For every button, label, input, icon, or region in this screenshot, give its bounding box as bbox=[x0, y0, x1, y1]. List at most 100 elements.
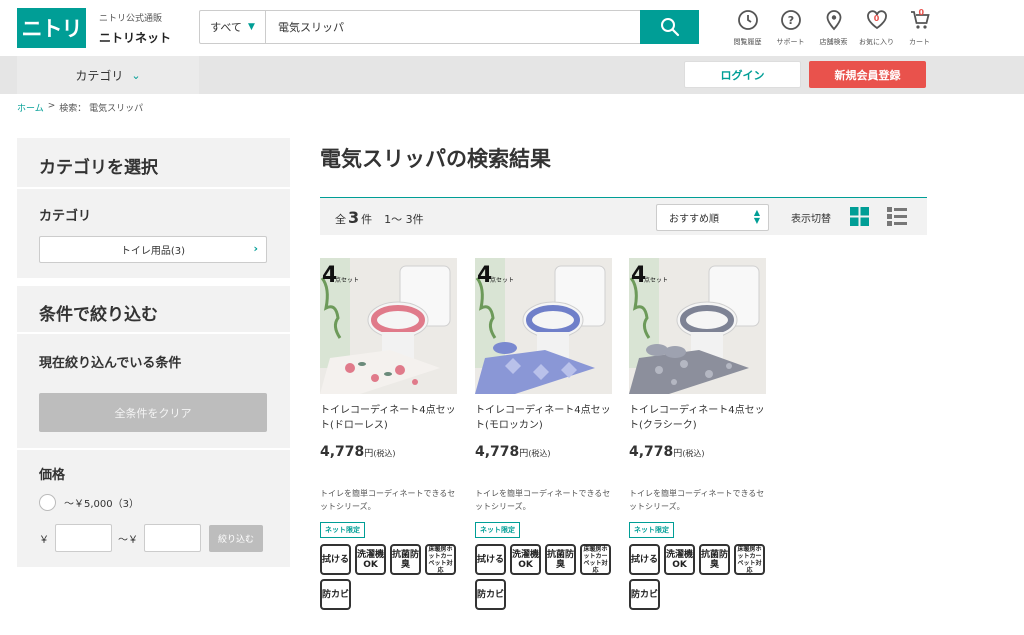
breadcrumb-separator: > bbox=[47, 101, 56, 111]
store-search-label: 店舗検索 bbox=[819, 38, 848, 46]
total-count: 3 bbox=[348, 208, 360, 227]
price-yen: 円 bbox=[673, 449, 683, 459]
product-name[interactable]: トイレコーディネート4点セット(ドローレス) bbox=[320, 403, 457, 433]
divider bbox=[17, 332, 290, 334]
site-header: ニトリ ニトリ公式通販 ニトリネット すべて ▼ 閲覧履歴 ? サポート 店舗検… bbox=[0, 0, 1024, 56]
antibacterial-badge: 抗菌防臭 bbox=[699, 544, 730, 575]
feature-badges: 拭ける 洗濯機OK 抗菌防臭 床暖房ホットカーペット対応 防カビ bbox=[475, 544, 615, 610]
help-icon: ? bbox=[780, 10, 801, 30]
product-image[interactable]: 4 点セット bbox=[629, 258, 766, 394]
price-tax: (税込) bbox=[373, 449, 396, 458]
breadcrumb-home[interactable]: ホーム bbox=[17, 101, 44, 114]
search-category-select[interactable]: すべて ▼ bbox=[200, 11, 266, 43]
category-panel-title: カテゴリを選択 bbox=[39, 158, 158, 178]
product-card[interactable]: 4 点セット トイレコーディネート4点セット(ドローレス) 4,778 円 (税… bbox=[320, 258, 457, 610]
product-card[interactable]: 4 点セット トイレコーディネート4点セット(クラシーク) 4,778 円 (税… bbox=[629, 258, 766, 610]
product-price: 4,778 円 (税込) bbox=[629, 444, 766, 460]
product-description: トイレを簡単コーディネートできるセットシリーズ。 bbox=[629, 489, 765, 511]
washable-badge: 洗濯機OK bbox=[355, 544, 386, 575]
divider bbox=[17, 187, 290, 189]
product-name[interactable]: トイレコーディネート4点セット(モロッカン) bbox=[475, 403, 612, 433]
product-image[interactable]: 4 点セット bbox=[475, 258, 612, 394]
results-toolbar: 全 3 件 1～ 3件 おすすめ順 ▲ ▼ 表示切替 bbox=[320, 197, 927, 235]
set-count-number: 4 bbox=[322, 263, 337, 288]
breadcrumb-current: 検索： 電気スリッパ bbox=[59, 104, 144, 114]
wipeable-badge: 拭ける bbox=[475, 544, 506, 575]
price-value: 4,778 bbox=[629, 444, 674, 460]
product-card[interactable]: 4 点セット トイレコーディネート4点セット(モロッカン) 4,778 円 (税… bbox=[475, 258, 612, 610]
price-range-row: ￥ ～￥ 絞り込む bbox=[39, 524, 263, 552]
grid-view-button[interactable] bbox=[850, 207, 869, 229]
brand-main: ニトリネット bbox=[99, 31, 172, 45]
price-tax: (税込) bbox=[528, 449, 551, 458]
store-search-link[interactable]: 店舗検索 bbox=[812, 8, 855, 47]
filter-panel-title: 条件で絞り込む bbox=[39, 305, 158, 325]
search-input[interactable] bbox=[266, 11, 640, 43]
price-panel: 価格 ～￥5,000（3） ￥ ～￥ 絞り込む bbox=[17, 450, 290, 567]
cart-count: 0 bbox=[918, 8, 925, 17]
breadcrumb: ホーム > 検索： 電気スリッパ bbox=[17, 101, 143, 114]
category-menu-button[interactable]: カテゴリ ⌄ bbox=[17, 56, 199, 94]
set-count-number: 4 bbox=[631, 263, 646, 288]
clear-all-button[interactable]: 全条件をクリア bbox=[39, 393, 267, 432]
set-count-text: 点セット bbox=[335, 276, 359, 284]
price-value: 4,778 bbox=[475, 444, 520, 460]
svg-text:?: ? bbox=[787, 14, 793, 27]
price-yen: 円 bbox=[364, 449, 374, 459]
list-icon bbox=[887, 207, 907, 226]
product-description: トイレを簡単コーディネートできるセットシリーズ。 bbox=[320, 489, 456, 511]
floor-heating-badge: 床暖房ホットカーペット対応 bbox=[580, 544, 611, 575]
support-link[interactable]: ? サポート bbox=[769, 8, 812, 47]
product-description: トイレを簡単コーディネートできるセットシリーズ。 bbox=[475, 489, 611, 511]
chevron-right-icon: › bbox=[253, 242, 258, 255]
result-range: 1～ 3件 bbox=[384, 213, 424, 226]
price-option-label: ～￥5,000（3） bbox=[64, 499, 139, 510]
net-only-badge: ネット限定 bbox=[320, 522, 365, 538]
category-menu-label: カテゴリ bbox=[75, 68, 124, 83]
brand-text[interactable]: ニトリ公式通販 ニトリネット bbox=[99, 11, 171, 46]
price-tax: (税込) bbox=[682, 449, 705, 458]
antibacterial-badge: 抗菌防臭 bbox=[390, 544, 421, 575]
total-suffix: 件 bbox=[361, 213, 373, 226]
toilet-set-image: 4 点セット bbox=[475, 258, 612, 394]
sort-value: おすすめ順 bbox=[669, 214, 719, 225]
antibacterial-badge: 抗菌防臭 bbox=[545, 544, 576, 575]
price-title: 価格 bbox=[39, 468, 66, 483]
product-image[interactable]: 4 点セット bbox=[320, 258, 457, 394]
category-option-toilet[interactable]: トイレ用品(3) › bbox=[39, 236, 267, 263]
price-min-input[interactable] bbox=[55, 524, 112, 552]
set-count-text: 点セット bbox=[644, 276, 668, 284]
favorites-link[interactable]: 0 お気に入り bbox=[855, 8, 898, 47]
product-name[interactable]: トイレコーディネート4点セット(クラシーク) bbox=[629, 403, 766, 433]
category-subtitle: カテゴリ bbox=[39, 209, 92, 224]
history-icon bbox=[737, 10, 758, 30]
net-only-badge: ネット限定 bbox=[629, 522, 674, 538]
narrow-button[interactable]: 絞り込む bbox=[209, 524, 263, 552]
floor-heating-badge: 床暖房ホットカーペット対応 bbox=[425, 544, 456, 575]
register-button[interactable]: 新規会員登録 bbox=[809, 61, 926, 88]
cart-link[interactable]: 0 カート bbox=[898, 8, 941, 47]
history-label: 閲覧履歴 bbox=[733, 38, 762, 46]
result-count: 全 3 件 1～ 3件 bbox=[335, 208, 424, 227]
nitori-logo[interactable]: ニトリ bbox=[17, 8, 86, 48]
total-prefix: 全 bbox=[335, 213, 346, 226]
support-label: サポート bbox=[776, 38, 805, 46]
sort-select[interactable]: おすすめ順 ▲ ▼ bbox=[656, 204, 769, 231]
wipeable-badge: 拭ける bbox=[629, 544, 660, 575]
washable-badge: 洗濯機OK bbox=[510, 544, 541, 575]
search-button[interactable] bbox=[640, 10, 699, 44]
brand-sub: ニトリ公式通販 bbox=[99, 14, 163, 24]
price-value: 4,778 bbox=[320, 444, 365, 460]
list-view-button[interactable] bbox=[887, 207, 907, 229]
current-filters-label: 現在絞り込んでいる条件 bbox=[39, 356, 182, 371]
product-price: 4,778 円 (税込) bbox=[475, 444, 612, 460]
price-max-input[interactable] bbox=[144, 524, 201, 552]
anti-mold-badge: 防カビ bbox=[320, 579, 351, 610]
price-option-row[interactable]: ～￥5,000（3） bbox=[39, 494, 139, 511]
washable-badge: 洗濯機OK bbox=[664, 544, 695, 575]
search-bar: すべて ▼ bbox=[199, 10, 699, 44]
price-radio[interactable] bbox=[39, 494, 56, 511]
history-link[interactable]: 閲覧履歴 bbox=[726, 8, 769, 47]
login-button[interactable]: ログイン bbox=[684, 61, 801, 88]
chevron-down-icon: ▼ bbox=[247, 22, 255, 32]
